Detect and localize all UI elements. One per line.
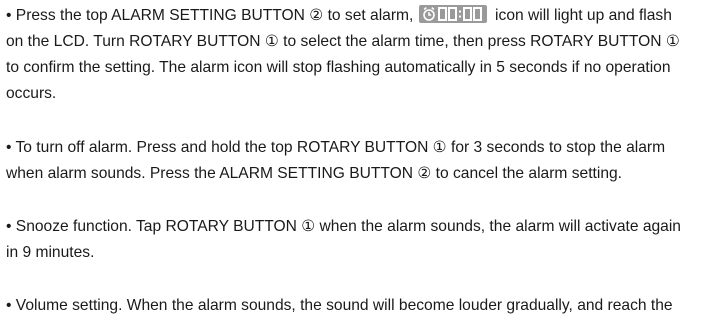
text-line: • Press the top ALARM SETTING BUTTON ② t… xyxy=(6,5,672,24)
text-line: on the LCD. Turn ROTARY BUTTON ① to sele… xyxy=(6,33,680,50)
paragraph-volume-setting: • Volume setting. When the alarm sounds,… xyxy=(6,293,673,319)
text-line: in 9 minutes. xyxy=(6,244,95,261)
paragraph-turn-off-alarm: • To turn off alarm. Press and hold the … xyxy=(6,135,665,187)
text-line: occurs. xyxy=(6,85,57,102)
text-line: when alarm sounds. Press the ALARM SETTI… xyxy=(6,165,623,182)
text-line: to confirm the setting. The alarm icon w… xyxy=(6,59,671,76)
text-line: • Snooze function. Tap ROTARY BUTTON ① w… xyxy=(6,218,681,235)
alarm-clock-lcd-icon xyxy=(418,5,487,23)
paragraph-snooze-function: • Snooze function. Tap ROTARY BUTTON ① w… xyxy=(6,214,681,266)
text-line: • To turn off alarm. Press and hold the … xyxy=(6,139,666,156)
text-line: • Volume setting. When the alarm sounds,… xyxy=(6,297,673,314)
paragraph-alarm-setting: • Press the top ALARM SETTING BUTTON ② t… xyxy=(6,3,680,107)
